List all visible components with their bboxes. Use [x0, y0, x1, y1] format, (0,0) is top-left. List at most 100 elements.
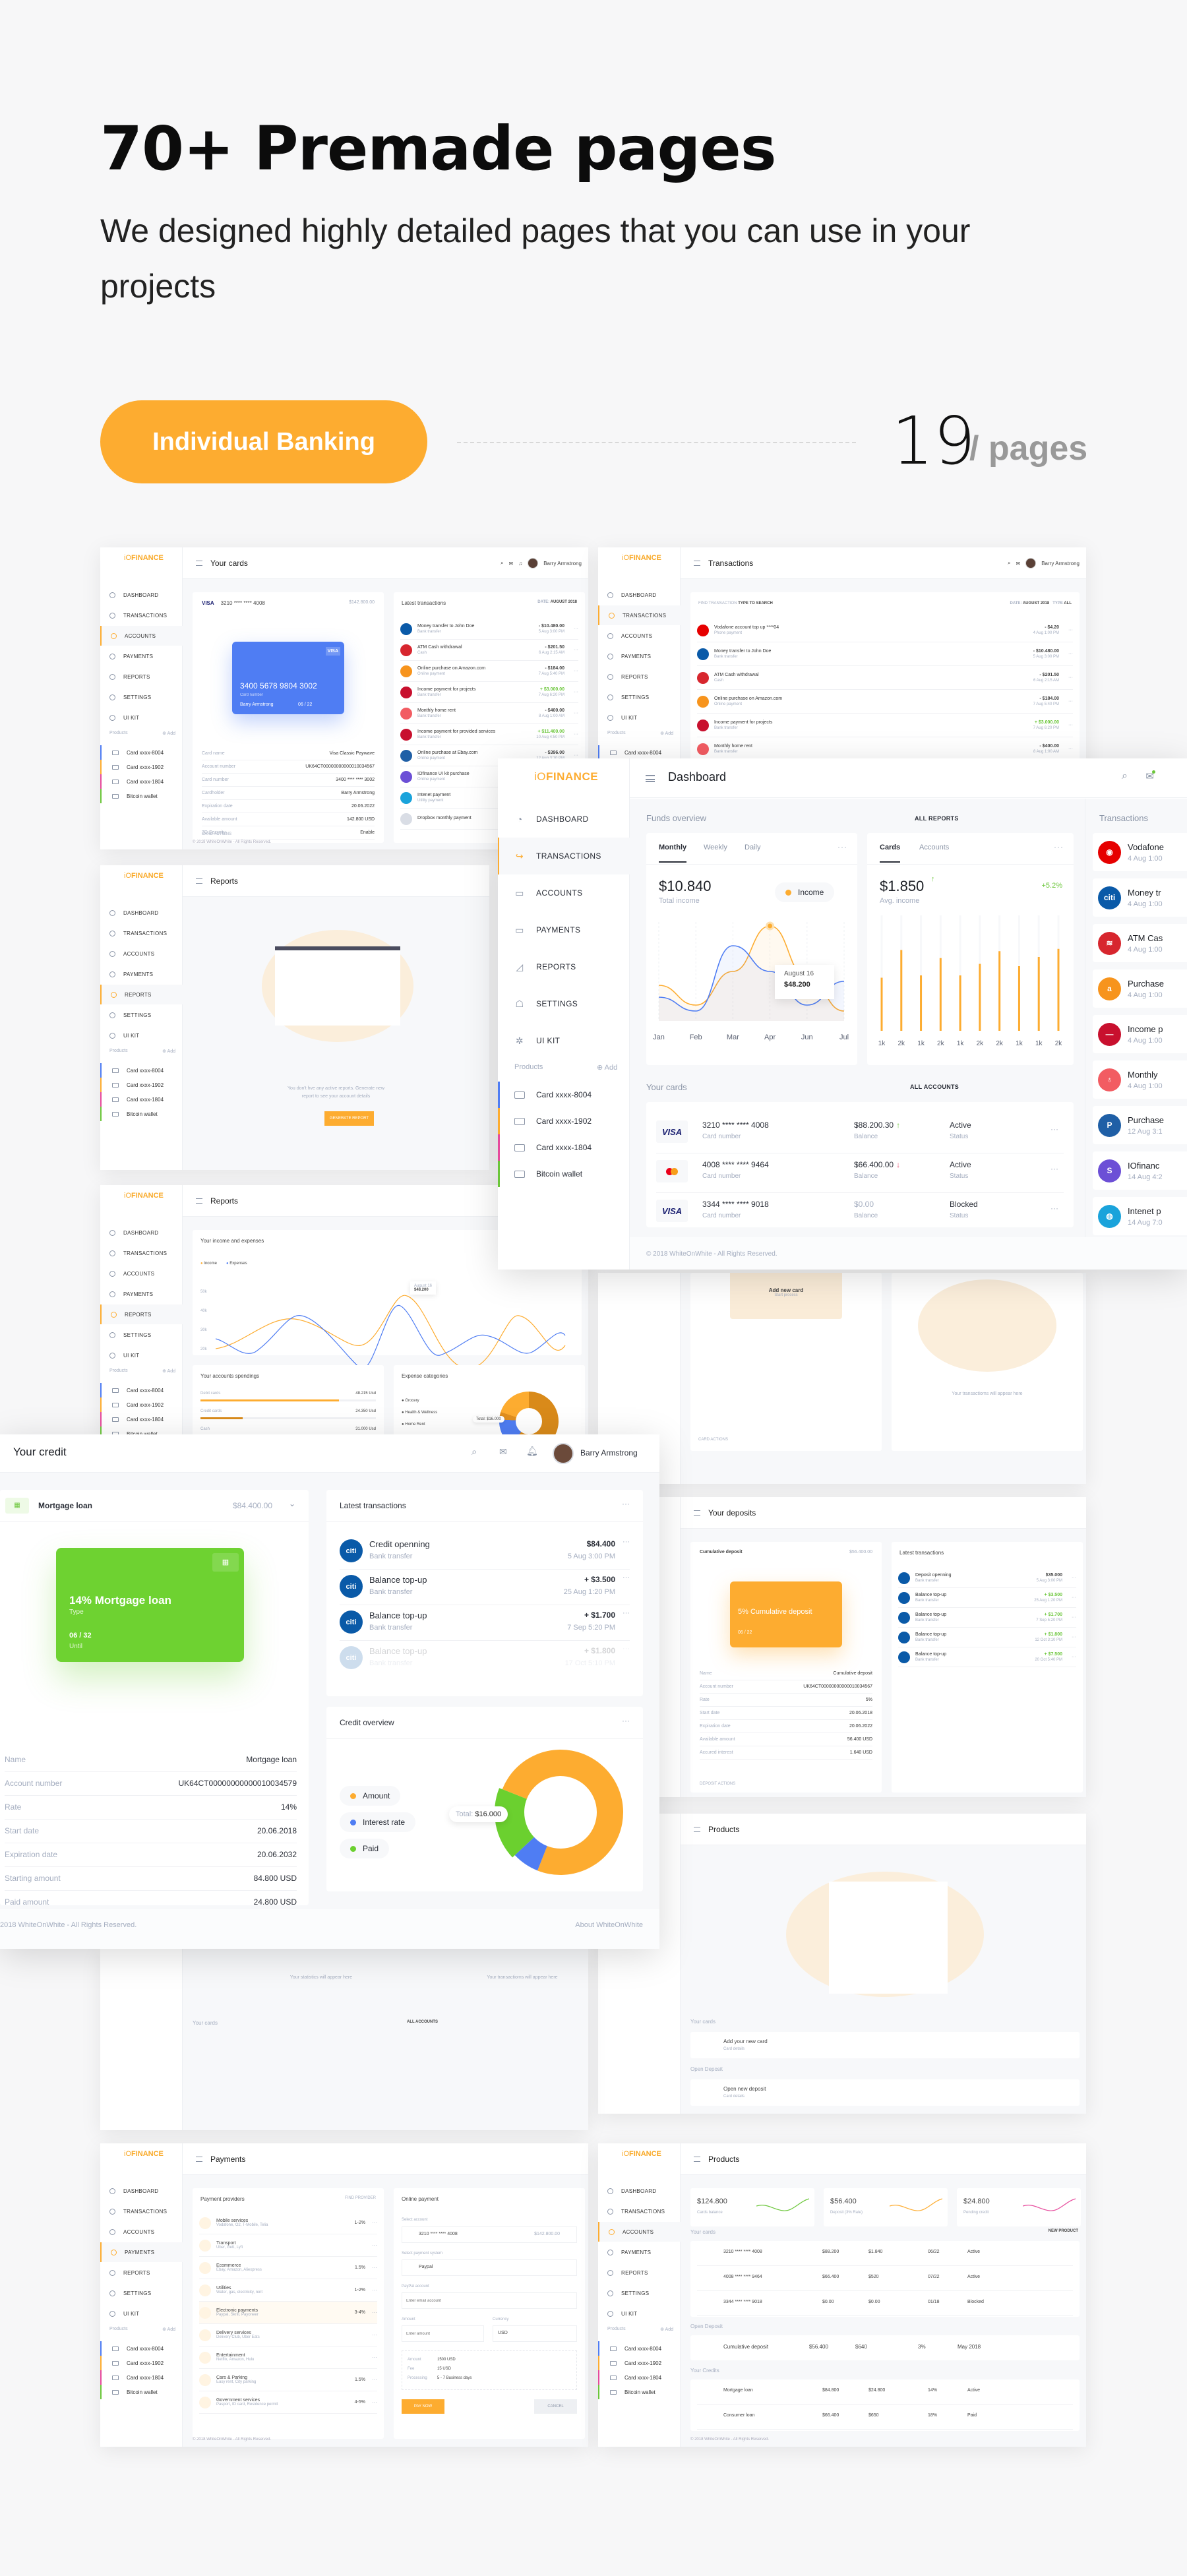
- search-icon[interactable]: ⌕: [1008, 560, 1010, 567]
- more-options-icon[interactable]: ···: [574, 732, 578, 737]
- logo[interactable]: iOFINANCE: [622, 2150, 661, 2158]
- avatar[interactable]: [553, 1443, 574, 1464]
- more-options-icon[interactable]: ···: [622, 1499, 630, 1508]
- email-field[interactable]: [402, 2292, 577, 2309]
- transaction-row[interactable]: citi Balance top-up Bank transfer + $1.800 1…: [340, 1641, 630, 1676]
- about-link[interactable]: About WhiteOnWhite: [575, 1921, 643, 1929]
- currency-select[interactable]: USD: [493, 2325, 577, 2342]
- product-item[interactable]: Bitcoin wallet: [598, 2385, 681, 2399]
- nav-accounts[interactable]: ACCOUNTS: [100, 626, 183, 646]
- transaction-row[interactable]: citi Balance top-up Bank transfer + $3.500 2…: [340, 1570, 630, 1605]
- find-provider-button[interactable]: FIND PROVIDER: [345, 2196, 376, 2200]
- more-options-icon[interactable]: ···: [1054, 842, 1064, 851]
- nav-dashboard[interactable]: DASHBOARD: [100, 1223, 183, 1242]
- add-product-button[interactable]: ⊕ Add: [660, 2327, 673, 2332]
- nav-dashboard[interactable]: DASHBOARD: [100, 585, 183, 605]
- more-options-icon[interactable]: ···: [372, 2265, 377, 2271]
- more-options-icon[interactable]: ···: [372, 2220, 377, 2226]
- deposit-actions-link[interactable]: DEPOSIT ACTIONS: [700, 1782, 735, 1786]
- nav-transactions[interactable]: ↪ TRANSACTIONS: [498, 838, 630, 874]
- more-options-icon[interactable]: ···: [1050, 1124, 1058, 1134]
- avatar[interactable]: [528, 558, 539, 568]
- more-options-icon[interactable]: ···: [372, 2287, 377, 2293]
- add-product-button[interactable]: ⊕ Add: [162, 1368, 175, 1374]
- thumb-products[interactable]: iOFINANCE DASHBOARD TRANSACTIONS ACCOUNTS PA…: [598, 2143, 1086, 2447]
- add-product-button[interactable]: ⊕ Add: [162, 1049, 175, 1054]
- provider-row[interactable]: Government services Pasport, ID card, Res…: [199, 2391, 377, 2414]
- tab-cards[interactable]: Cards: [880, 843, 901, 863]
- product-item[interactable]: Card xxxx-1804: [598, 2370, 681, 2385]
- more-options-icon[interactable]: ···: [1068, 628, 1073, 632]
- tab-monthly[interactable]: Monthly: [659, 843, 687, 863]
- more-options-icon[interactable]: ···: [1072, 1635, 1076, 1640]
- more-options-icon[interactable]: ···: [574, 690, 578, 694]
- product-item[interactable]: Card xxxx-1902: [100, 2356, 183, 2370]
- nav-settings[interactable]: SETTINGS: [100, 687, 183, 707]
- payment-system-select[interactable]: Paypal: [402, 2259, 577, 2276]
- all-reports-link[interactable]: ALL REPORTS: [915, 815, 959, 822]
- mail-icon[interactable]: ✉: [1016, 561, 1021, 567]
- product-item[interactable]: Card xxxx-8004: [100, 1063, 183, 1078]
- product-card-row[interactable]: 3210 **** **** 4008 $88.200 $1.840 06/22 Act…: [697, 2241, 1073, 2266]
- product-item[interactable]: Card xxxx-1902: [100, 760, 183, 774]
- nav-reports[interactable]: REPORTS: [100, 1304, 183, 1324]
- nav-accounts[interactable]: ACCOUNTS: [100, 2222, 183, 2242]
- logo[interactable]: iOFINANCE: [124, 1192, 164, 1200]
- more-options-icon[interactable]: ···: [623, 1574, 630, 1581]
- provider-row[interactable]: Transport Uber, Gett, Lyft ···: [199, 2234, 377, 2257]
- category-badge[interactable]: Individual Banking: [100, 400, 427, 483]
- more-options-icon[interactable]: ···: [574, 627, 578, 631]
- transaction-item[interactable]: S IOfinanc 14 Aug 4:2: [1093, 1151, 1187, 1190]
- transaction-row[interactable]: Online purchase on Amazon.com Online paym…: [697, 690, 1073, 714]
- tab-accounts[interactable]: Accounts: [919, 843, 949, 851]
- product-item[interactable]: Bitcoin wallet: [100, 2385, 183, 2399]
- transaction-item[interactable]: a Purchase 4 Aug 1:00: [1093, 969, 1187, 1008]
- all-accounts-link[interactable]: ALL ACCOUNTS: [910, 1084, 959, 1090]
- more-options-icon[interactable]: ···: [1050, 1164, 1058, 1173]
- transaction-row[interactable]: Vodafone account top up ****04 Phone paym…: [697, 619, 1073, 642]
- menu-icon[interactable]: [646, 775, 655, 782]
- product-item[interactable]: Card xxxx-8004: [498, 1082, 630, 1108]
- product-item[interactable]: Card xxxx-8004: [100, 1383, 183, 1397]
- card-actions-link[interactable]: CARD ACTIONS: [202, 832, 231, 836]
- product-item[interactable]: Card xxxx-1902: [100, 1397, 183, 1412]
- transaction-row[interactable]: Deposit openning Bank transfer $35.000 5 Au…: [898, 1568, 1076, 1588]
- transaction-row[interactable]: Balance top-up Bank transfer + $7.500 20 Oc…: [898, 1647, 1076, 1667]
- credit-select[interactable]: Mortgage loan: [38, 1501, 92, 1510]
- menu-icon[interactable]: [196, 1198, 202, 1204]
- nav-dashboard[interactable]: DASHBOARD: [598, 2181, 681, 2201]
- search-icon[interactable]: ⌕: [501, 560, 503, 567]
- more-options-icon[interactable]: ···: [1068, 675, 1073, 680]
- more-options-icon[interactable]: ···: [372, 2377, 377, 2383]
- bell-icon[interactable]: ♫: [518, 561, 522, 567]
- more-options-icon[interactable]: ···: [837, 842, 847, 851]
- logo[interactable]: iOFINANCE: [124, 2150, 164, 2158]
- nav-payments[interactable]: ▭ PAYMENTS: [498, 911, 630, 948]
- nav-settings[interactable]: SETTINGS: [598, 687, 681, 707]
- product-item[interactable]: Card xxxx-8004: [598, 2341, 681, 2356]
- tab-weekly[interactable]: Weekly: [704, 843, 727, 851]
- transaction-row[interactable]: Monthly home rent Bank transfer - $400.00 8…: [400, 703, 578, 724]
- nav-dashboard[interactable]: DASHBOARD: [100, 903, 183, 923]
- transaction-row[interactable]: Balance top-up Bank transfer + $3.500 25 Au…: [898, 1588, 1076, 1608]
- nav-dashboard[interactable]: DASHBOARD: [100, 2181, 183, 2201]
- menu-icon[interactable]: [196, 878, 202, 884]
- date-select[interactable]: AUGUST 2018: [551, 600, 577, 604]
- menu-icon[interactable]: [694, 560, 700, 566]
- logo[interactable]: iOFINANCE: [534, 770, 598, 783]
- nav-accounts[interactable]: ACCOUNTS: [100, 944, 183, 964]
- product-item[interactable]: Bitcoin wallet: [100, 789, 183, 803]
- nav-ui-kit[interactable]: UI KIT: [100, 708, 183, 727]
- transaction-item[interactable]: ◉ Vodafone 4 Aug 1:00: [1093, 833, 1187, 871]
- more-options-icon[interactable]: ···: [1068, 652, 1073, 656]
- more-options-icon[interactable]: ···: [372, 2399, 377, 2405]
- card-row[interactable]: VISA 3210 **** **** 4008 Card number $88.20…: [656, 1114, 1064, 1153]
- nav-payments[interactable]: PAYMENTS: [598, 2242, 681, 2262]
- provider-row[interactable]: Entertainment Netflix, Amazon, Hulu ···: [199, 2346, 377, 2369]
- thumb-products-empty[interactable]: Products Your cards Add your new card Car…: [598, 1814, 1086, 2114]
- more-options-icon[interactable]: ···: [623, 1645, 630, 1653]
- deposit-select[interactable]: Cumulative deposit: [700, 1550, 743, 1554]
- nav-payments[interactable]: PAYMENTS: [100, 2242, 183, 2262]
- transaction-row[interactable]: Income payment for projects Bank transfer…: [697, 714, 1073, 737]
- provider-row[interactable]: Cars & Parking Easy rent, City parking 1.5…: [199, 2369, 377, 2391]
